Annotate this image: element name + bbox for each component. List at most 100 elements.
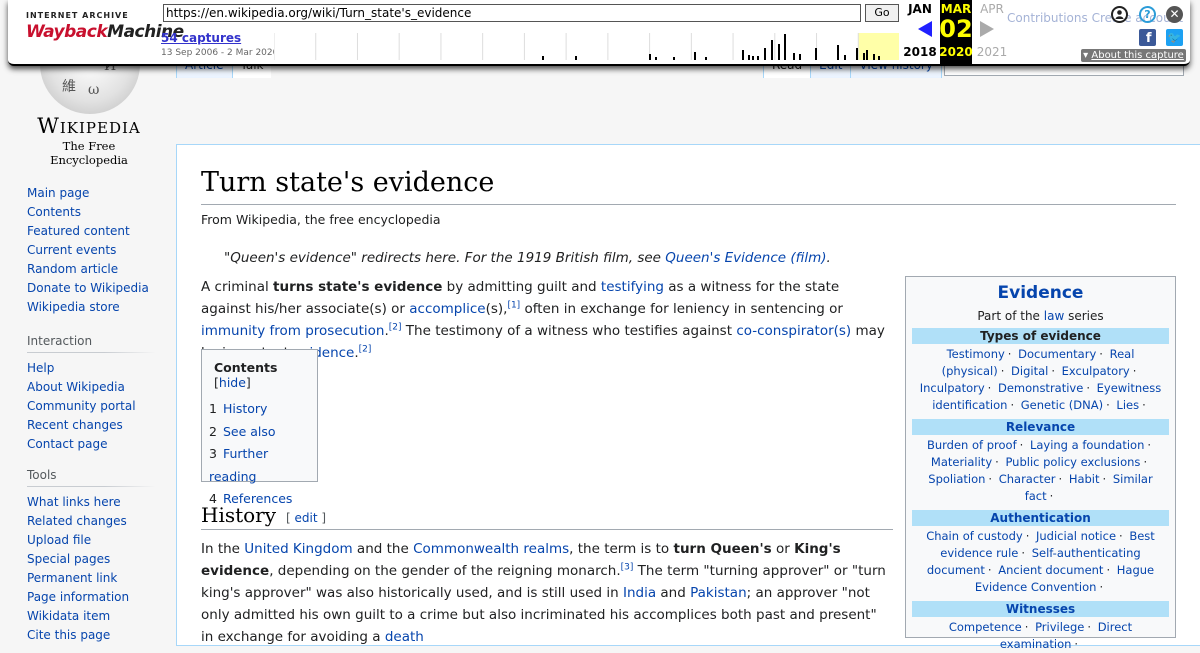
sidebar-item-contents[interactable]: Contents: [27, 203, 149, 222]
sidebar-item-upload-file[interactable]: Upload file: [27, 531, 155, 550]
sparkline-year-block: [399, 33, 440, 60]
link-accomplice[interactable]: accomplice: [409, 301, 485, 317]
sparkline-capture-bar: [649, 54, 651, 60]
sidebar-item-main-page[interactable]: Main page: [27, 184, 149, 203]
link-immunity[interactable]: immunity from prosecution: [201, 323, 384, 339]
go-button[interactable]: Go: [865, 4, 899, 22]
infobox-title[interactable]: Evidence: [906, 283, 1175, 303]
link-death[interactable]: death: [385, 629, 424, 645]
toc-item[interactable]: 2 See also: [209, 421, 317, 444]
infobox-section-heading[interactable]: Types of evidence: [912, 328, 1169, 344]
wikipedia-wordmark[interactable]: Wikipedia: [28, 114, 150, 138]
infobox-link[interactable]: Digital: [1011, 364, 1048, 378]
link-pakistan[interactable]: Pakistan: [690, 585, 747, 601]
title-divider: [201, 204, 1176, 205]
prev-year-label[interactable]: 2018: [902, 45, 938, 59]
infobox-link[interactable]: Burden of proof: [927, 438, 1017, 452]
sidebar-item-what-links-here[interactable]: What links here: [27, 493, 155, 512]
prev-month-label[interactable]: JAN: [902, 2, 938, 16]
sparkline-capture-bar: [655, 57, 657, 60]
twitter-icon[interactable]: 🐦: [1166, 29, 1183, 46]
sparkline-capture-bar: [793, 53, 795, 60]
sidebar-item-featured-content[interactable]: Featured content: [27, 222, 149, 241]
infobox-link[interactable]: Privilege: [1035, 620, 1084, 634]
hatnote-link[interactable]: Queen's Evidence (film): [665, 250, 826, 266]
sparkline-year-block: [566, 33, 607, 60]
infobox-link[interactable]: Public policy exclusions: [1005, 455, 1140, 469]
ref-2[interactable]: [2]: [389, 323, 402, 333]
infobox-section-heading[interactable]: Relevance: [912, 419, 1169, 435]
link-india[interactable]: India: [623, 585, 656, 601]
ref-2b[interactable]: [2]: [359, 345, 372, 355]
close-icon[interactable]: ✕: [1166, 6, 1183, 23]
separator-dot: ·: [1132, 364, 1137, 378]
link-testifying[interactable]: testifying: [601, 279, 664, 295]
infobox-section-items: Burden of proof · Laying a foundation · Ma…: [914, 437, 1167, 505]
sidebar-item-wikidata-item[interactable]: Wikidata item: [27, 607, 155, 626]
toc-item[interactable]: 3 Further reading: [209, 443, 317, 488]
prev-capture-arrow-icon[interactable]: [918, 21, 932, 37]
captures-link[interactable]: 54 captures: [161, 31, 241, 45]
sparkline-capture-bar: [815, 48, 817, 60]
link-co-conspirator[interactable]: co-conspirator(s): [736, 323, 851, 339]
link-law[interactable]: law: [1044, 309, 1065, 323]
ref-3[interactable]: [3]: [621, 563, 634, 573]
sidebar-item-permanent-link[interactable]: Permanent link: [27, 569, 155, 588]
infobox-link[interactable]: Spoliation: [928, 472, 985, 486]
capture-sparkline[interactable]: [274, 33, 900, 60]
sidebar-item-cite-page[interactable]: Cite this page: [27, 626, 155, 645]
toc-hide-link[interactable]: hide: [219, 375, 246, 390]
user-links[interactable]: Contributions Create account: [1007, 11, 1183, 25]
toc-item[interactable]: 1 History: [209, 398, 317, 421]
infobox-link[interactable]: Genetic (DNA): [1021, 398, 1103, 412]
separator-dot: ·: [1021, 546, 1026, 560]
infobox-link[interactable]: Judicial notice: [1036, 529, 1116, 543]
infobox-section-heading[interactable]: Witnesses: [912, 601, 1169, 617]
infobox-section-heading[interactable]: Authentication: [912, 510, 1169, 526]
link-united-kingdom[interactable]: United Kingdom: [244, 541, 352, 557]
infobox-link[interactable]: Materiality: [931, 455, 992, 469]
sidebar-item-random-article[interactable]: Random article: [27, 260, 149, 279]
sidebar-item-page-information[interactable]: Page information: [27, 588, 155, 607]
sidebar-item-help[interactable]: Help: [27, 359, 155, 378]
infobox-sections: Types of evidence Testimony · Documentary ·…: [906, 328, 1175, 653]
sidebar-item-current-events[interactable]: Current events: [27, 241, 149, 260]
sidebar-item-contact[interactable]: Contact page: [27, 435, 155, 454]
facebook-icon[interactable]: f: [1139, 29, 1156, 46]
infobox-link[interactable]: Laying a foundation: [1030, 438, 1144, 452]
sidebar-item-about[interactable]: About Wikipedia: [27, 378, 155, 397]
infobox-link[interactable]: Inculpatory: [920, 381, 985, 395]
about-capture-dropdown[interactable]: ▾ About this capture: [1081, 49, 1186, 62]
sidebar-item-related-changes[interactable]: Related changes: [27, 512, 155, 531]
sidebar-item-store[interactable]: Wikipedia store: [27, 298, 149, 317]
sidebar-item-recent-changes[interactable]: Recent changes: [27, 416, 155, 435]
infobox-link[interactable]: Character: [999, 472, 1056, 486]
infobox-link[interactable]: Competence: [949, 620, 1022, 634]
infobox-link[interactable]: Lies: [1116, 398, 1139, 412]
separator-dot: ·: [1142, 398, 1146, 412]
history-edit-link[interactable]: edit: [295, 511, 318, 525]
help-icon[interactable]: ?: [1139, 6, 1156, 23]
sparkline-capture-bar: [844, 55, 846, 60]
infobox-link[interactable]: Exculpatory: [1062, 364, 1130, 378]
sidebar-item-community-portal[interactable]: Community portal: [27, 397, 155, 416]
infobox-link[interactable]: Ancient document: [998, 563, 1103, 577]
wayback-url-input[interactable]: https://en.wikipedia.org/wiki/Turn_state…: [163, 4, 861, 22]
user-icon[interactable]: [1111, 6, 1128, 23]
separator-dot: ·: [987, 381, 992, 395]
sparkline-capture-bar: [837, 45, 839, 60]
sparkline-year-block: [315, 33, 357, 60]
infobox-link[interactable]: Documentary: [1018, 347, 1096, 361]
infobox-link[interactable]: Testimony: [947, 347, 1005, 361]
sidebar-item-donate[interactable]: Donate to Wikipedia: [27, 279, 149, 298]
sparkline-year-block: [357, 33, 399, 60]
link-commonwealth-realms[interactable]: Commonwealth realms: [413, 541, 569, 557]
sidebar-item-special-pages[interactable]: Special pages: [27, 550, 155, 569]
infobox-link[interactable]: Demonstrative: [998, 381, 1083, 395]
infobox-link[interactable]: Habit: [1069, 472, 1100, 486]
ref-1[interactable]: [1]: [507, 301, 520, 311]
current-month-label: MAR: [940, 2, 972, 16]
sparkline-capture-bar: [748, 55, 750, 60]
infobox-link[interactable]: Chain of custody: [926, 529, 1023, 543]
sparkline-year-block: [607, 33, 649, 60]
